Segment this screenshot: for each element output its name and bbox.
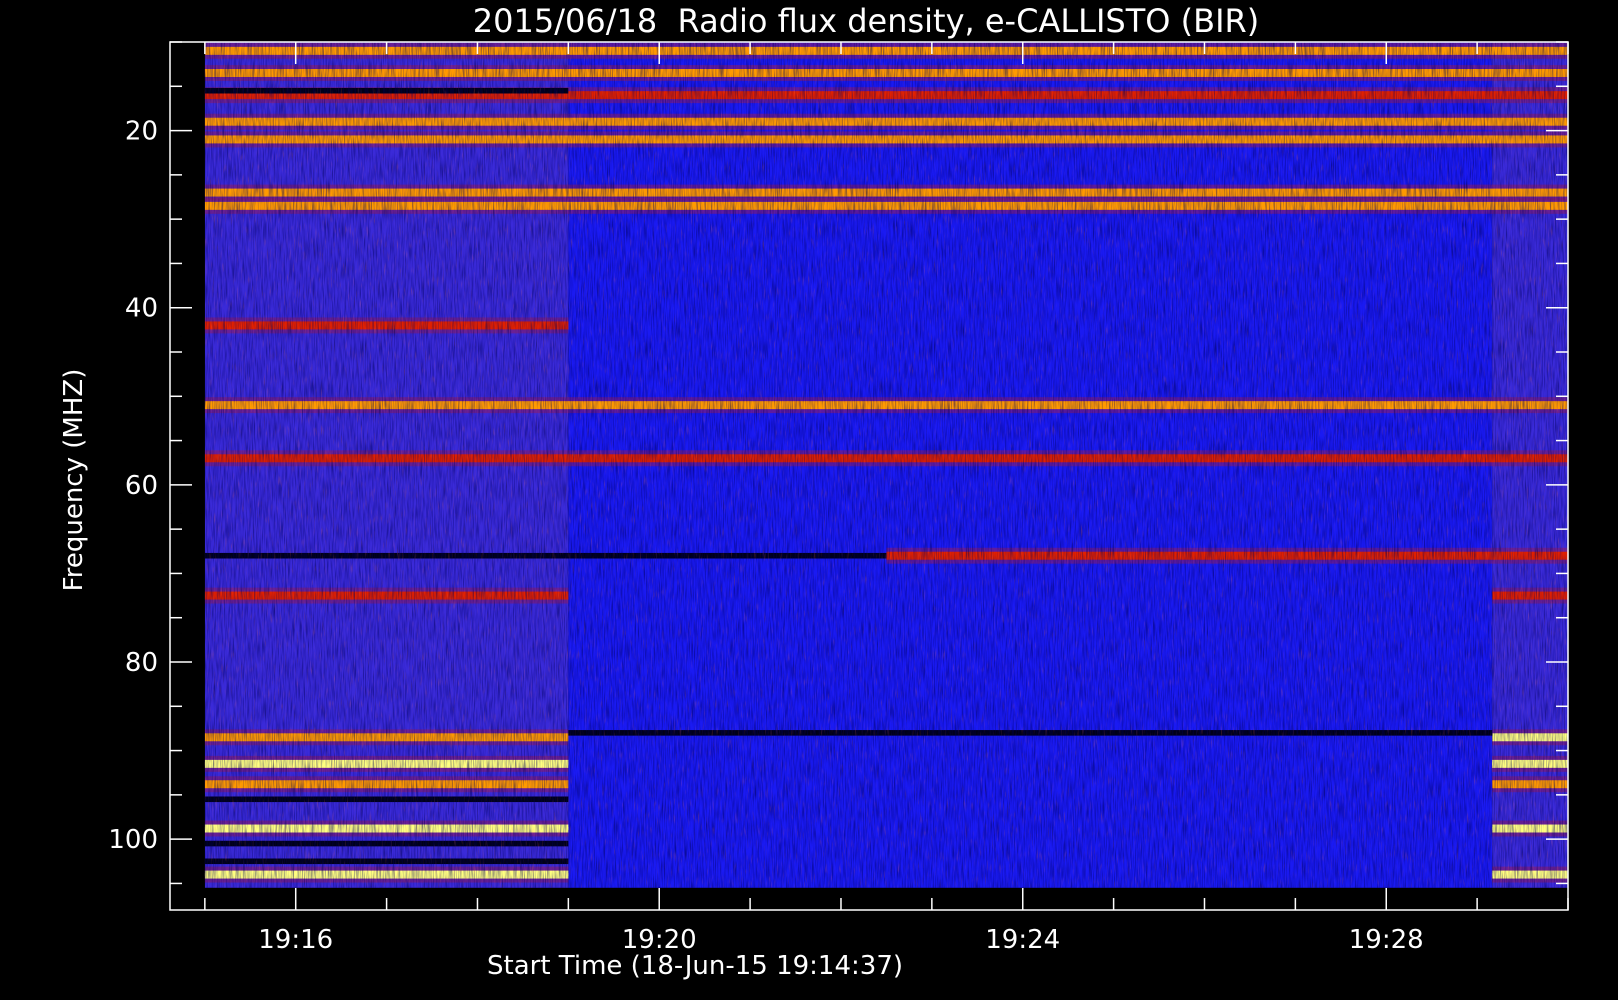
x-tick-label: 19:24 — [985, 925, 1060, 955]
y-tick-label: 100 — [108, 825, 158, 855]
x-axis-label: Start Time (18-Jun-15 19:14:37) — [487, 951, 903, 981]
y-tick-label: 40 — [125, 294, 158, 324]
spectrogram-figure: 2015/06/18 Radio flux density, e-CALLIST… — [59, 2, 1569, 981]
x-tick-label: 19:28 — [1349, 925, 1424, 955]
noise-highlights — [204, 42, 1568, 888]
y-tick-label: 60 — [125, 471, 158, 501]
y-tick-label: 20 — [125, 117, 158, 147]
y-tick-label: 80 — [125, 648, 158, 678]
x-tick-label: 19:16 — [258, 925, 333, 955]
spectrogram-image — [204, 42, 1568, 888]
y-axis-label: Frequency (MHZ) — [59, 369, 89, 592]
chart-title: 2015/06/18 Radio flux density, e-CALLIST… — [473, 2, 1259, 40]
